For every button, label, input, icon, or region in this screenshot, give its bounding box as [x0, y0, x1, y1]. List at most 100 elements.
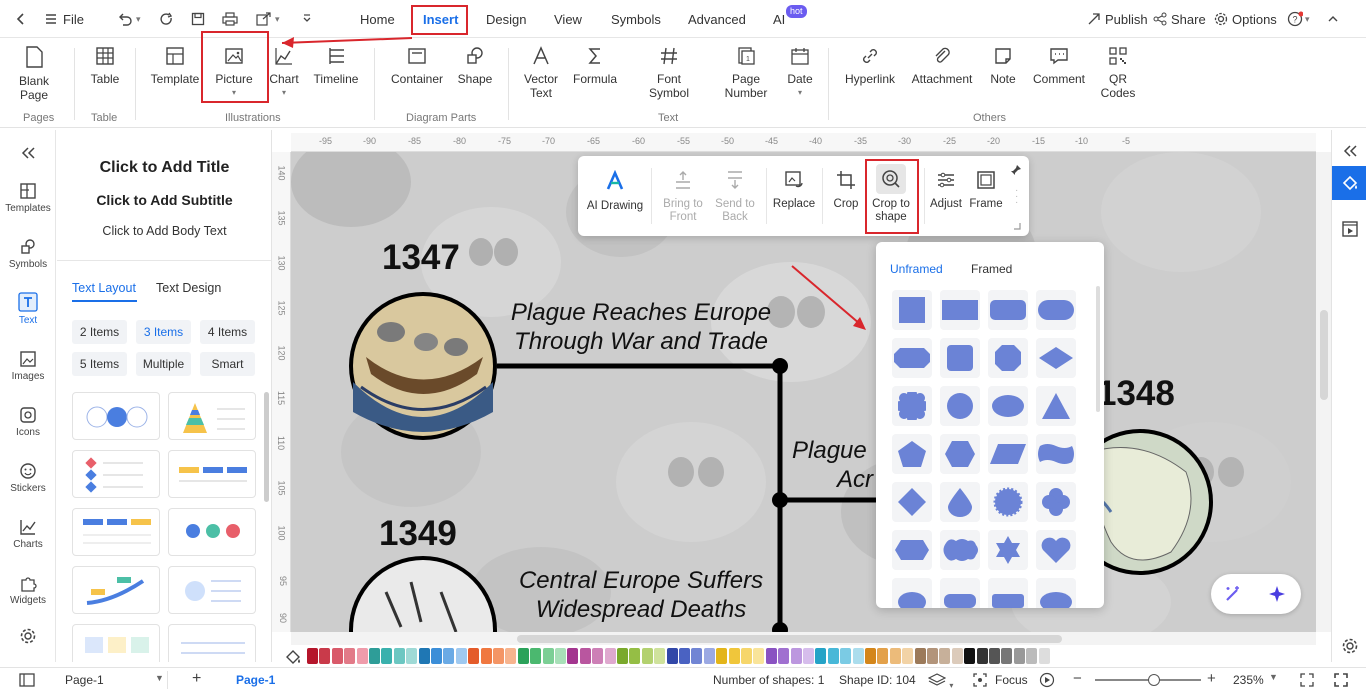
shape-parallelogram[interactable] [988, 434, 1028, 474]
table-button[interactable]: Table [88, 46, 122, 86]
crop-button[interactable]: Crop [828, 170, 864, 211]
event-1349-text[interactable]: Central Europe Suffers Widespread Deaths [491, 566, 791, 624]
color-swatch[interactable] [319, 648, 331, 664]
color-swatch[interactable] [604, 648, 616, 664]
font-symbol-button[interactable]: Font Symbol [636, 46, 702, 100]
shape-square[interactable] [892, 290, 932, 330]
year-1347[interactable]: 1347 [382, 238, 460, 278]
tab-text-layout[interactable]: Text Layout [72, 281, 136, 295]
color-swatch[interactable] [889, 648, 901, 664]
color-swatch[interactable] [567, 648, 579, 664]
tab-design[interactable]: Design [486, 0, 526, 38]
page-number-button[interactable]: 1 Page Number [714, 46, 778, 100]
shape-star-of-david[interactable] [988, 530, 1028, 570]
zoom-out-button[interactable]: − [1073, 670, 1082, 687]
back-icon[interactable] [14, 0, 28, 38]
tab-advanced[interactable]: Advanced [688, 0, 746, 38]
share-button[interactable]: Share [1153, 0, 1206, 38]
color-swatch[interactable] [431, 648, 442, 664]
color-swatch[interactable] [964, 648, 976, 664]
tab-unframed[interactable]: Unframed [890, 262, 943, 276]
formula-button[interactable]: Formula [571, 46, 619, 86]
ai-sparkle-icon[interactable] [1267, 584, 1287, 607]
shape-flower[interactable] [1036, 482, 1076, 522]
add-title-item[interactable]: Click to Add Title [57, 159, 271, 177]
shape-wavy-rectangle[interactable] [1036, 434, 1076, 474]
color-swatch[interactable] [468, 648, 480, 664]
color-swatch[interactable] [741, 648, 752, 664]
page-panel-icon[interactable] [19, 673, 35, 690]
color-swatch[interactable] [381, 648, 393, 664]
tab-framed[interactable]: Framed [971, 262, 1012, 276]
shape-cloud-rectangle[interactable] [940, 530, 980, 570]
shape-circle[interactable] [940, 386, 980, 426]
color-swatch[interactable] [579, 648, 591, 664]
color-swatch[interactable] [393, 648, 405, 664]
collapse-ribbon-icon[interactable] [1327, 0, 1339, 38]
color-swatch[interactable] [1038, 648, 1050, 664]
color-swatch[interactable] [951, 648, 963, 664]
color-swatch[interactable] [629, 648, 641, 664]
color-swatch[interactable] [840, 648, 852, 664]
shape-heart[interactable] [1036, 530, 1076, 570]
panel-scrollbar[interactable] [264, 392, 269, 502]
year-1348[interactable]: 1348 [1097, 374, 1175, 414]
color-swatch[interactable] [344, 648, 356, 664]
shape-partial[interactable] [940, 578, 980, 608]
color-swatch[interactable] [790, 648, 802, 664]
file-menu[interactable]: File [44, 0, 84, 38]
zoom-dropdown-icon[interactable]: ▼ [1269, 672, 1278, 682]
chip-5-items[interactable]: 5 Items [72, 352, 127, 376]
color-swatch[interactable] [406, 648, 418, 664]
add-page-button[interactable]: + [192, 670, 201, 688]
color-swatch[interactable] [555, 648, 566, 664]
color-swatch[interactable] [418, 648, 430, 664]
shape-partial[interactable] [892, 578, 932, 608]
shape-partial[interactable] [1036, 578, 1076, 608]
color-swatch[interactable] [765, 648, 777, 664]
shape-rectangle[interactable] [940, 290, 980, 330]
add-subtitle-item[interactable]: Click to Add Subtitle [57, 192, 271, 208]
expand-panel-icon[interactable] [1342, 144, 1358, 161]
event-1347-text[interactable]: Plague Reaches Europe Through War and Tr… [491, 298, 791, 356]
popup-scrollbar[interactable] [1096, 286, 1100, 412]
color-swatch[interactable] [691, 648, 703, 664]
attachment-button[interactable]: Attachment [909, 46, 975, 86]
color-swatch[interactable] [716, 648, 728, 664]
shape-octagon-wide[interactable] [892, 338, 932, 378]
template-thumb[interactable] [72, 392, 160, 440]
template-thumb[interactable] [168, 566, 256, 614]
note-button[interactable]: Note [986, 46, 1020, 86]
zoom-slider-handle[interactable] [1148, 674, 1160, 686]
vertical-scrollbar-thumb[interactable] [1320, 310, 1328, 400]
template-thumb[interactable] [168, 392, 256, 440]
zoom-in-button[interactable]: + [1207, 670, 1216, 687]
tab-text-design[interactable]: Text Design [156, 281, 221, 295]
sidebar-item-templates[interactable]: Templates [0, 182, 56, 214]
color-swatch[interactable] [939, 648, 951, 664]
shape-scalloped-circle[interactable] [988, 482, 1028, 522]
vector-text-button[interactable]: Vector Text [520, 46, 562, 100]
sidebar-item-images[interactable]: Images [0, 350, 56, 382]
color-swatch[interactable] [443, 648, 455, 664]
replace-button[interactable]: Replace [771, 170, 817, 211]
tab-view[interactable]: View [554, 0, 582, 38]
color-swatch[interactable] [927, 648, 938, 664]
adjust-button[interactable]: Adjust [928, 170, 964, 211]
shape-diamond[interactable] [892, 482, 932, 522]
focus-icon[interactable] [973, 673, 987, 690]
color-swatch[interactable] [369, 648, 380, 664]
fit-page-icon[interactable] [1300, 673, 1314, 690]
chip-3-items[interactable]: 3 Items [136, 320, 191, 344]
shape-partial[interactable] [988, 578, 1028, 608]
fill-style-tab[interactable] [1332, 166, 1366, 200]
color-swatch[interactable] [865, 648, 876, 664]
sidebar-item-text[interactable]: Text [0, 292, 56, 326]
color-swatch[interactable] [679, 648, 690, 664]
color-swatch[interactable] [914, 648, 926, 664]
color-swatch[interactable] [803, 648, 814, 664]
color-swatch[interactable] [1001, 648, 1013, 664]
shape-hexagon[interactable] [940, 434, 980, 474]
template-thumb[interactable] [168, 450, 256, 498]
shape-wide-hexagon[interactable] [892, 530, 932, 570]
